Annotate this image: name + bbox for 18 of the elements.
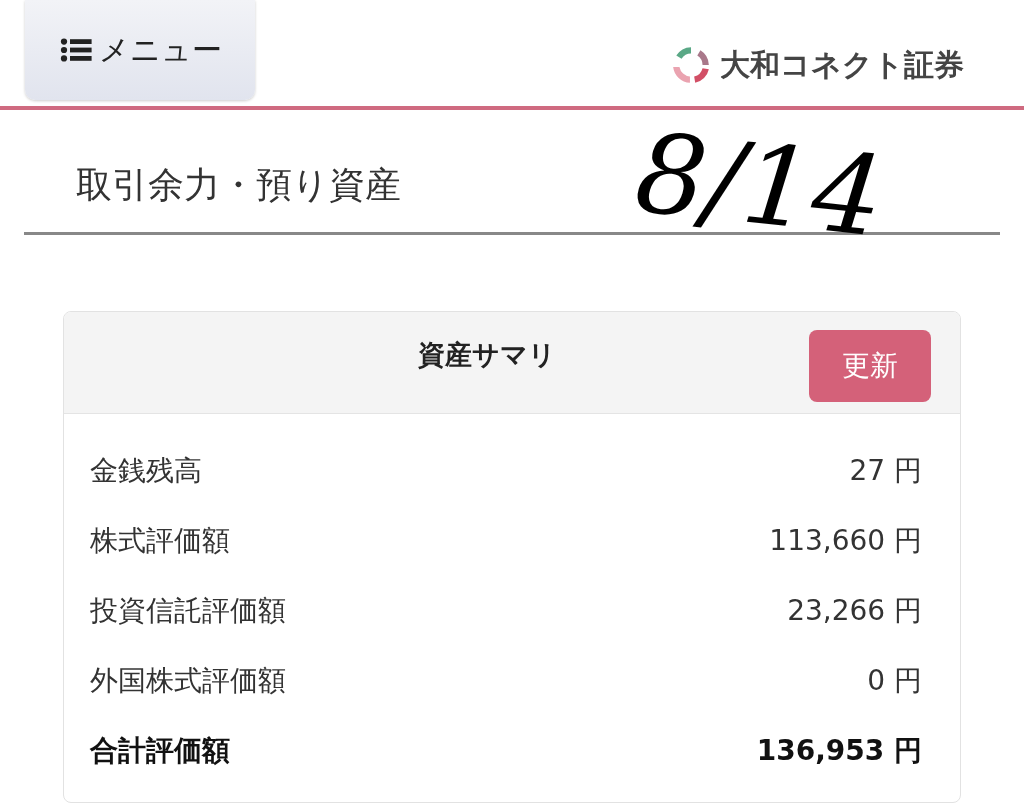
- row-value: 27 円: [849, 453, 922, 489]
- menu-button[interactable]: メニュー: [25, 0, 255, 100]
- row-label: 外国株式評価額: [90, 663, 286, 699]
- refresh-button[interactable]: 更新: [809, 330, 931, 402]
- brand-logo-text: 大和コネクト証券: [720, 45, 964, 84]
- row-value: 0 円: [867, 663, 922, 699]
- row-value: 23,266 円: [787, 593, 922, 629]
- menu-icon: [58, 38, 93, 62]
- handwritten-note: 8/14: [630, 117, 889, 253]
- row-label: 投資信託評価額: [90, 593, 286, 629]
- page-title: 取引余力・預り資産: [76, 162, 401, 207]
- row-value: 113,660 円: [769, 523, 922, 559]
- card-title: 資産サマリ: [418, 338, 556, 372]
- row-label: 金銭残高: [90, 453, 202, 489]
- row-label: 株式評価額: [90, 523, 230, 559]
- row-value: 136,953 円: [756, 733, 922, 769]
- row-label: 合計評価額: [90, 733, 230, 769]
- logo-icon: [670, 44, 712, 86]
